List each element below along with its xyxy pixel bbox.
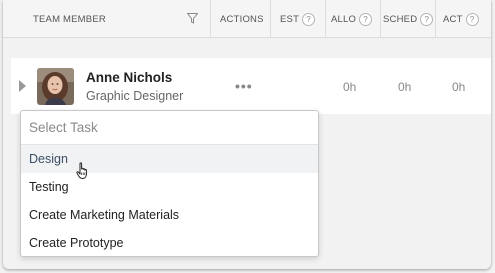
filter-icon[interactable]	[187, 13, 198, 24]
column-act-label: ACT	[443, 13, 463, 25]
team-table: TEAM MEMBER ACTIONS EST ? ALLO ? SCHED ?…	[3, 0, 491, 269]
task-option-label: Design	[29, 152, 68, 166]
column-act: ACT ?	[435, 0, 491, 38]
act-value: 0h	[452, 80, 466, 94]
column-est: EST ?	[270, 0, 325, 38]
column-est-label: EST	[280, 13, 300, 25]
member-name: Anne Nichols	[86, 70, 173, 85]
column-team-member[interactable]: TEAM MEMBER	[3, 0, 210, 38]
task-search	[21, 111, 318, 145]
task-option-create-marketing-materials[interactable]: Create Marketing Materials	[21, 201, 318, 229]
table-header: TEAM MEMBER ACTIONS EST ? ALLO ? SCHED ?…	[3, 0, 491, 38]
column-team-member-label: TEAM MEMBER	[33, 13, 106, 25]
more-actions-icon[interactable]: •••	[235, 78, 253, 94]
task-option-create-prototype[interactable]: Create Prototype	[21, 229, 318, 257]
task-dropdown: Design Testing Create Marketing Material…	[20, 110, 319, 257]
column-actions-label: ACTIONS	[220, 13, 264, 25]
task-option-design[interactable]: Design	[21, 145, 318, 179]
task-option-label: Create Prototype	[29, 236, 124, 250]
column-allo-label: ALLO	[331, 13, 357, 25]
allo-value: 0h	[343, 80, 357, 94]
column-allo: ALLO ?	[325, 0, 380, 38]
column-sched-label: SCHED	[383, 13, 418, 25]
help-icon[interactable]: ?	[302, 12, 316, 26]
table-row: Anne Nichols Graphic Designer ••• 0h 0h …	[11, 58, 491, 114]
task-option-testing[interactable]: Testing	[21, 173, 318, 201]
expand-caret-icon[interactable]	[19, 80, 26, 92]
help-icon[interactable]: ?	[420, 12, 434, 26]
task-option-label: Testing	[29, 180, 69, 194]
help-icon[interactable]: ?	[465, 12, 479, 26]
member-role: Graphic Designer	[86, 89, 184, 103]
column-sched: SCHED ?	[380, 0, 435, 38]
sched-value: 0h	[398, 80, 412, 94]
avatar	[37, 68, 74, 105]
column-actions: ACTIONS	[210, 0, 270, 38]
task-search-input[interactable]	[29, 120, 309, 135]
help-icon[interactable]: ?	[359, 12, 373, 26]
task-option-label: Create Marketing Materials	[29, 208, 180, 222]
